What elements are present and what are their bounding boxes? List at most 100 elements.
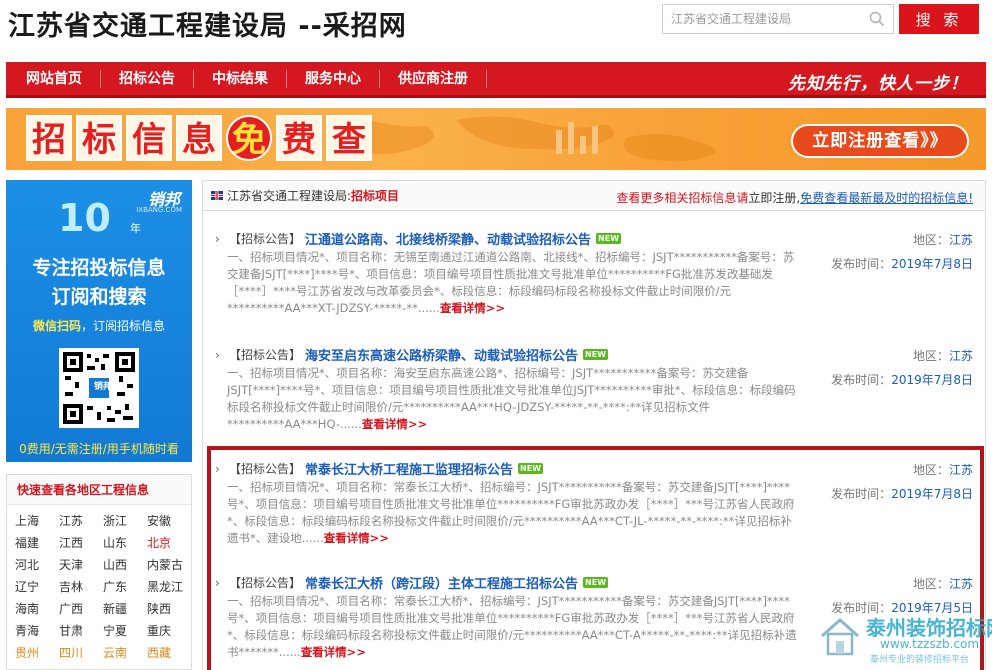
- region-link[interactable]: 新疆: [103, 601, 147, 618]
- date-value: 2019年7月8日: [891, 257, 973, 271]
- region-link[interactable]: 青海: [15, 623, 59, 640]
- banner-title: 招 标 信 息 免 费 查: [26, 115, 372, 161]
- tender-description: 一、招标项目情况*、项目名称：海安至启东高速公路*、招标编号：JSJT*****…: [227, 365, 797, 433]
- new-badge-icon: NEW: [583, 349, 609, 360]
- qr-center-logo: 销邦: [93, 382, 112, 392]
- chevron-right-icon: ›: [215, 231, 220, 246]
- register-hint: 查看更多相关招标信息请立即注册,免费查看最新最及时的招标信息!: [616, 189, 973, 206]
- site-title: 江苏省交通工程建设局 --采招网: [8, 11, 407, 42]
- banner-char: 费: [276, 115, 322, 161]
- nav-slogan: 先知先行，快人一步！: [788, 74, 968, 94]
- register-hint-action[interactable]: 立即注册,: [748, 191, 800, 205]
- region-link[interactable]: 福建: [15, 535, 59, 552]
- nav-item-service[interactable]: 服务中心: [287, 69, 380, 88]
- tender-tag: 【招标公告】: [229, 348, 302, 362]
- watermark: 泰州装饰招标网 www.tzzszb.com 泰州专业的装修招标平台: [818, 610, 992, 668]
- tender-tag: 【招标公告】: [229, 232, 302, 246]
- region-link[interactable]: 安徽: [147, 513, 191, 530]
- region-link[interactable]: 陕西: [147, 601, 191, 618]
- date-label: 发布时间：: [831, 257, 892, 271]
- region-link[interactable]: 辽宁: [15, 579, 59, 596]
- region-link[interactable]: 西藏: [147, 645, 191, 662]
- region-link[interactable]: 贵州: [15, 645, 59, 662]
- tender-region: 地区：江苏: [813, 347, 973, 364]
- region-link[interactable]: 江苏: [59, 513, 103, 530]
- sidebar-ad[interactable]: 销邦 IXBANG.COM 10 年 专注招投标信息 订阅和搜索 微信扫码，订阅…: [6, 180, 192, 462]
- tender-date: 发布时间：2019年7月8日: [813, 371, 973, 388]
- house-logo-icon: [821, 617, 859, 656]
- region-link[interactable]: 江西: [59, 535, 103, 552]
- promo-banner[interactable]: 招 标 信 息 免 费 查 立即注册查看》》: [6, 108, 986, 170]
- flag-icon: [211, 191, 223, 200]
- tender-title-link[interactable]: 海安至启东高速公路桥梁静、动载试验招标公告: [305, 345, 578, 364]
- register-now-button[interactable]: 立即注册查看》》: [791, 124, 969, 158]
- region-link[interactable]: 四川: [59, 645, 103, 662]
- search-input[interactable]: [663, 5, 859, 33]
- region-link[interactable]: 内蒙古: [147, 557, 191, 574]
- register-hint-text: 查看更多相关招标信息请: [616, 191, 749, 205]
- breadcrumb-site[interactable]: 江苏省交通工程建设局:: [227, 187, 351, 204]
- region-link[interactable]: 山西: [103, 557, 147, 574]
- view-details-link[interactable]: 查看详情>>: [440, 301, 505, 315]
- ad-scan-rest: ，订阅招标信息: [81, 319, 166, 333]
- nav-item-tender[interactable]: 招标公告: [101, 69, 194, 88]
- tender-description-text: 一、招标项目情况*、项目名称：海安至启东高速公路*、招标编号：JSJT*****…: [227, 366, 796, 431]
- search-icon[interactable]: [869, 11, 885, 27]
- banner-char-free: 免: [226, 115, 272, 161]
- tender-description: 一、招标项目情况*、项目名称：无锡至南通过江通道公路南、北接线*、招标编号：JS…: [227, 249, 797, 317]
- region-link[interactable]: 宁夏: [103, 623, 147, 640]
- region-link[interactable]: 云南: [103, 645, 147, 662]
- region-value[interactable]: 江苏: [949, 233, 973, 247]
- banner-char: 招: [26, 115, 72, 161]
- main-nav: 网站首页 招标公告 中标结果 服务中心 供应商注册 先知先行，快人一步！: [6, 62, 986, 98]
- tender-title-row: › 【招标公告】 海安至启东高速公路桥梁静、动载试验招标公告 NEW: [215, 345, 609, 364]
- region-link[interactable]: 广东: [103, 579, 147, 596]
- view-details-link[interactable]: 查看详情>>: [362, 417, 427, 431]
- list-header: 江苏省交通工程建设局: 招标项目 查看更多相关招标信息请立即注册,免费查看最新最…: [203, 181, 985, 211]
- tender-date: 发布时间：2019年7月8日: [813, 255, 973, 272]
- banner-char: 信: [126, 115, 172, 161]
- region-link[interactable]: 甘肃: [59, 623, 103, 640]
- search-box: [662, 4, 894, 34]
- region-link[interactable]: 吉林: [59, 579, 103, 596]
- banner-char: 息: [176, 115, 222, 161]
- region-title: 快速查看各地区工程信息: [7, 475, 191, 505]
- tender-title-link[interactable]: 江通道公路南、北接线桥梁静、动载试验招标公告: [305, 229, 591, 248]
- chevron-right-icon: ›: [215, 347, 220, 362]
- banner-char: 查: [326, 115, 372, 161]
- region-quick-links: 快速查看各地区工程信息 上海 江苏 浙江 安徽福建 江西 山东 北京河北 天津 山西 内蒙古辽宁吉…: [6, 474, 192, 670]
- nav-item-results[interactable]: 中标结果: [194, 69, 287, 88]
- region-link[interactable]: 广西: [59, 601, 103, 618]
- tender-title-row: › 【招标公告】 江通道公路南、北接线桥梁静、动载试验招标公告 NEW: [215, 229, 622, 248]
- tender-description-text: 一、招标项目情况*、项目名称：无锡至南通过江通道公路南、北接线*、招标编号：JS…: [227, 250, 795, 315]
- region-link[interactable]: 山东: [103, 535, 147, 552]
- qr-code: 销邦: [59, 348, 139, 428]
- ad-scan-text: 微信扫码，订阅招标信息: [6, 317, 192, 334]
- ad-scan-highlight: 微信扫码: [32, 319, 81, 333]
- ad-logo-sub: IXBANG.COM: [136, 206, 182, 214]
- watermark-url: www.tzzszb.com: [880, 637, 980, 651]
- ad-headline-2: 订阅和搜索: [51, 286, 147, 308]
- nav-item-home[interactable]: 网站首页: [6, 69, 101, 88]
- region-value[interactable]: 江苏: [949, 349, 973, 363]
- region-link[interactable]: 天津: [59, 557, 103, 574]
- date-value: 2019年7月8日: [891, 373, 973, 387]
- region-label: 地区：: [912, 349, 949, 363]
- ad-headline-1: 专注招投标信息: [32, 257, 166, 279]
- breadcrumb-current: 招标项目: [351, 189, 400, 203]
- region-link[interactable]: 浙江: [103, 513, 147, 530]
- nav-item-register[interactable]: 供应商注册: [380, 69, 487, 88]
- ad-anniversary-unit: 年: [130, 222, 141, 235]
- region-link[interactable]: 上海: [15, 513, 59, 530]
- region-link[interactable]: 黑龙江: [147, 579, 191, 596]
- region-link[interactable]: 北京: [147, 535, 191, 552]
- search-button[interactable]: 搜 索: [899, 4, 979, 34]
- region-link[interactable]: 重庆: [147, 623, 191, 640]
- region-link[interactable]: 海南: [15, 601, 59, 618]
- region-link[interactable]: 河北: [15, 557, 59, 574]
- date-label: 发布时间：: [831, 373, 892, 387]
- register-hint-link[interactable]: 免费查看最新最及时的招标信息!: [800, 191, 973, 205]
- new-badge-icon: NEW: [596, 233, 622, 244]
- ad-footer: 0费用/无需注册/用手机随时看: [19, 442, 179, 456]
- banner-char: 标: [76, 115, 122, 161]
